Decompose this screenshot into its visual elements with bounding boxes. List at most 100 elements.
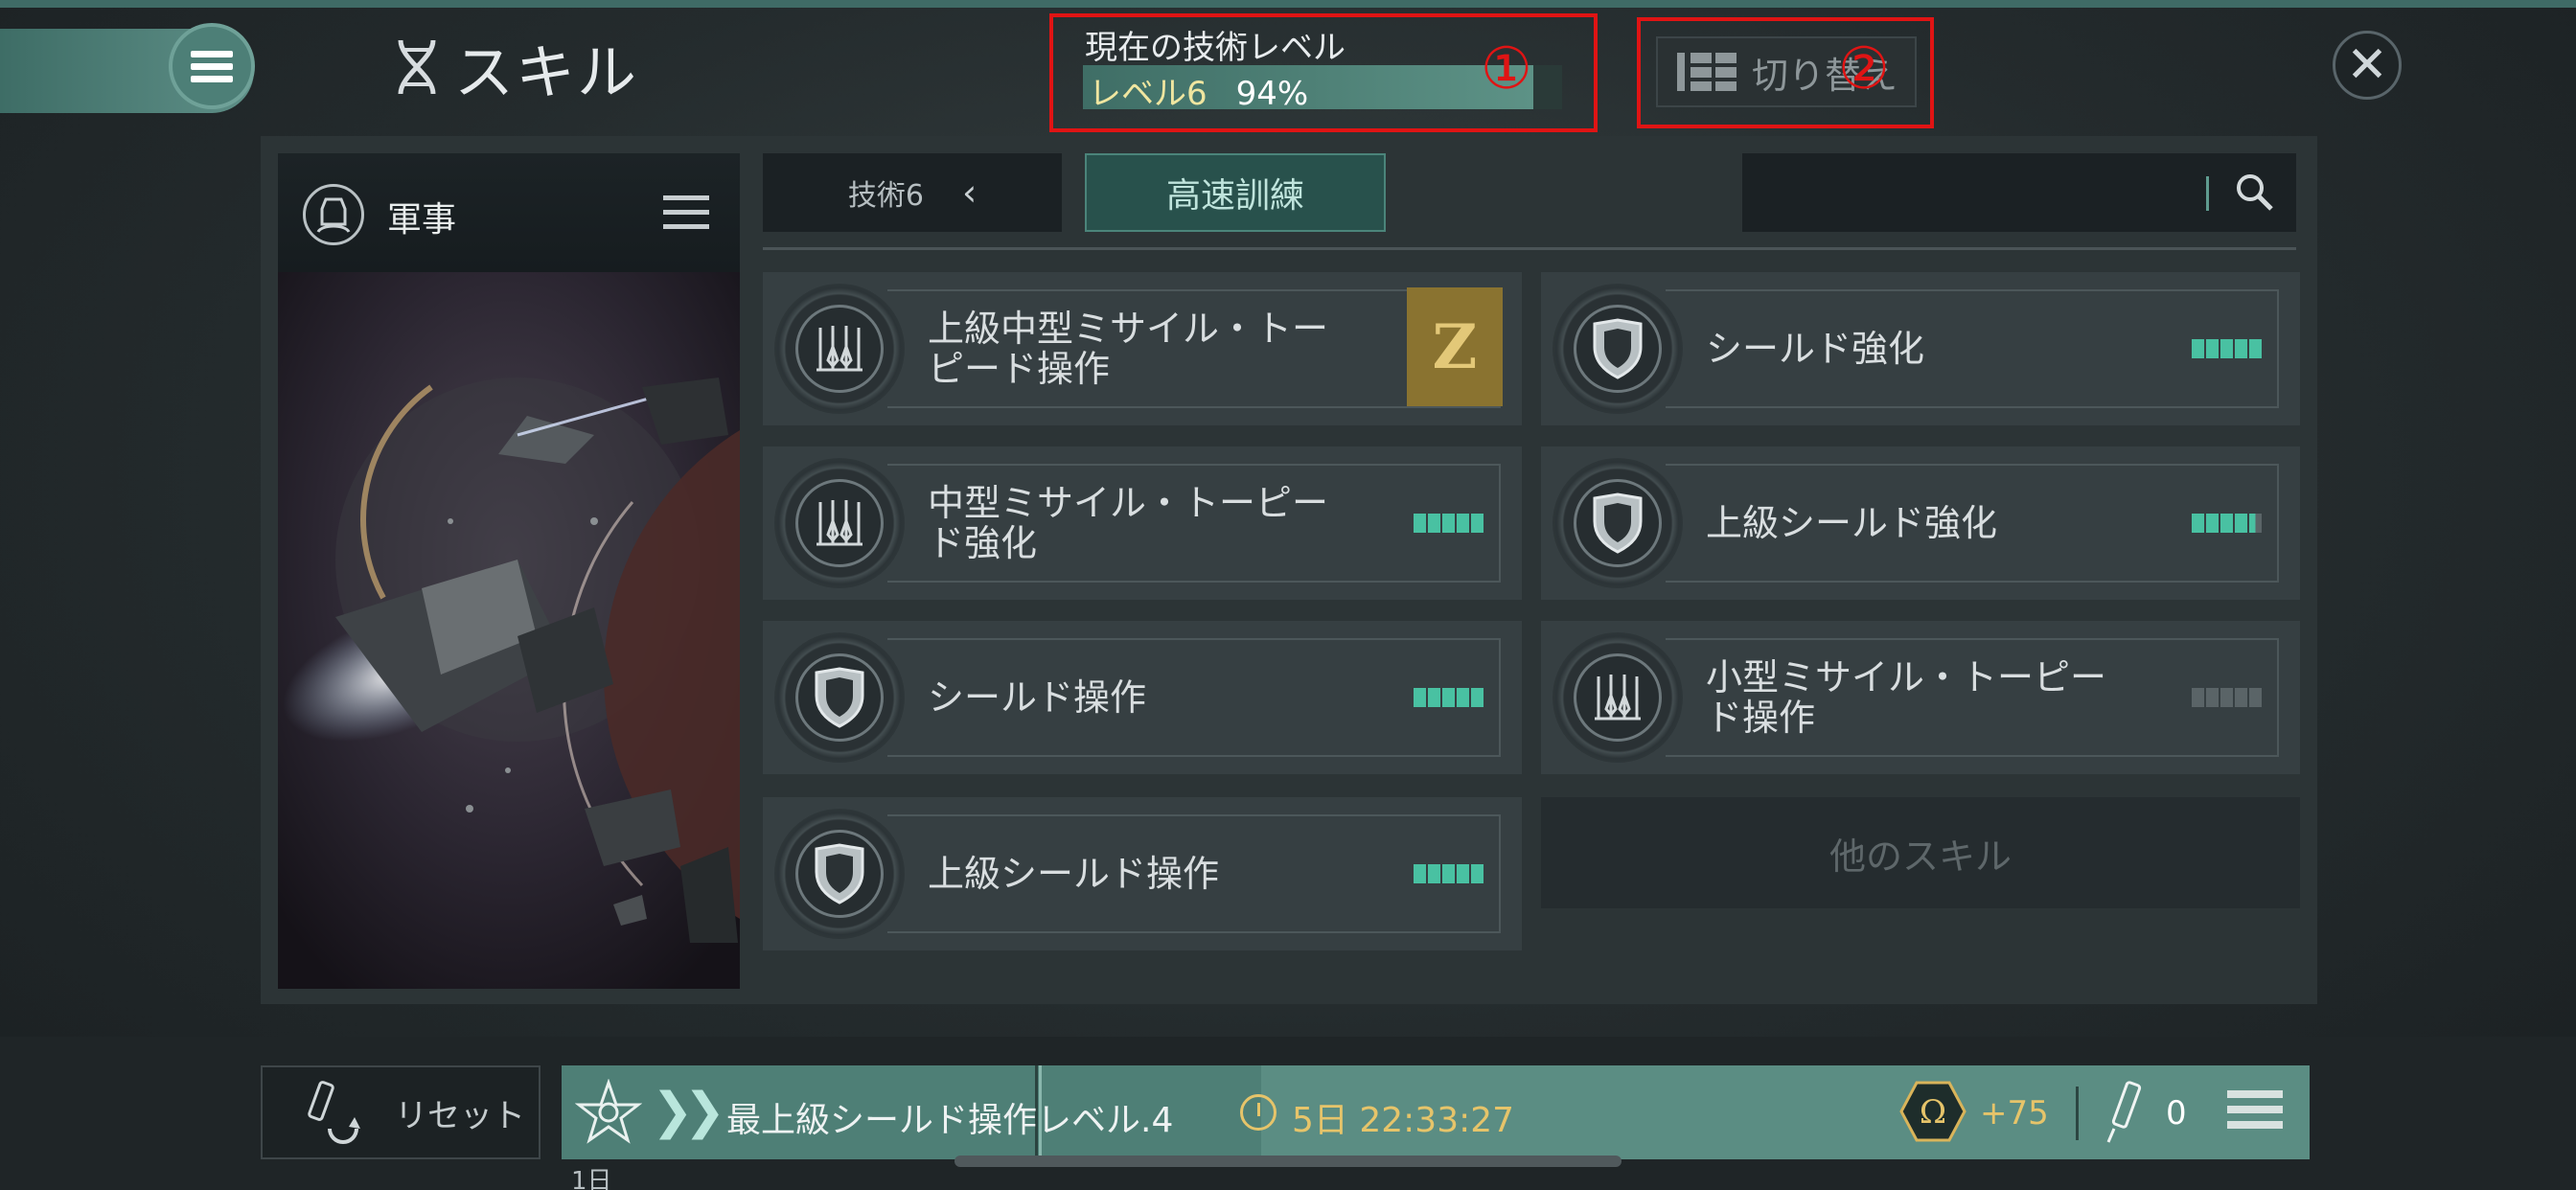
skill-injector-icon <box>2106 1081 2142 1143</box>
skill-level-pip <box>1442 864 1455 883</box>
skill-level-pip <box>1457 514 1469 533</box>
skill-name: 上級シールド強化 <box>1706 502 1998 544</box>
skill-card[interactable]: 小型ミサイル・トーピード操作 <box>1541 621 2300 774</box>
grid-list-icon <box>1677 53 1736 91</box>
annotation-mark-2: ② <box>1838 35 1890 103</box>
reset-label: リセット <box>395 1096 525 1135</box>
skill-level-pip <box>2220 688 2233 707</box>
other-skills-button[interactable]: 他のスキル <box>1541 797 2300 908</box>
training-queue[interactable]: ❯❯ 最上級シールド操作レベル.4 5日 22:33:27 Ω +75 0 <box>562 1065 2310 1159</box>
page-title: スキル <box>454 37 639 107</box>
category-menu-icon[interactable] <box>663 195 709 239</box>
fast-training-label: 高速訓練 <box>1165 176 1304 216</box>
shield-icon <box>1574 479 1662 567</box>
skill-badge[interactable]: Z <box>1407 287 1503 406</box>
shield-icon <box>795 830 884 918</box>
hamburger-icon <box>191 45 233 88</box>
search-input[interactable] <box>1742 153 2296 232</box>
skill-level-pip <box>2249 339 2262 358</box>
scroll-indicator[interactable] <box>954 1156 1622 1167</box>
skill-card[interactable]: 上級シールド強化 <box>1541 446 2300 600</box>
skill-level-pip <box>1428 514 1440 533</box>
skill-level-pips <box>2190 339 2262 358</box>
skill-level-pip <box>2206 339 2219 358</box>
skill-level-pips <box>1412 688 1484 707</box>
shield-icon <box>1574 305 1662 393</box>
skill-name: 小型ミサイル・トーピード操作 <box>1706 656 2107 739</box>
skill-level-pip <box>2206 514 2219 533</box>
skill-emblem <box>1552 284 1683 414</box>
search-icon[interactable] <box>2233 171 2277 215</box>
skill-emblem <box>774 284 905 414</box>
skill-level-pip <box>2192 688 2204 707</box>
skill-name: 上級中型ミサイル・トーピード操作 <box>928 308 1329 390</box>
skill-level-pip <box>2192 339 2204 358</box>
other-skills-label: 他のスキル <box>1828 835 2012 878</box>
spaceship-artwork <box>278 272 740 989</box>
fast-training-button[interactable]: 高速訓練 <box>1085 153 1386 232</box>
omega-bonus: +75 <box>1980 1094 2049 1133</box>
skill-level-pip <box>2235 514 2247 533</box>
close-button[interactable]: ✕ <box>2333 31 2402 100</box>
category-header[interactable]: 軍事 <box>278 153 740 272</box>
skill-level-pips <box>1412 864 1484 883</box>
skill-level-pip <box>2192 514 2204 533</box>
tech-level-text: レベル6 94% <box>1089 67 1308 114</box>
day-label: 1日 <box>571 1167 612 1190</box>
skill-level-pip <box>1457 688 1469 707</box>
main-menu-button[interactable] <box>169 23 255 109</box>
skill-name: シールド強化 <box>1706 328 1925 370</box>
close-icon: ✕ <box>2346 36 2388 94</box>
skill-level-pip <box>2249 688 2262 707</box>
injector-reset-icon <box>308 1081 360 1144</box>
skill-level-pips <box>2190 688 2262 707</box>
text-cursor <box>2206 176 2209 211</box>
skill-level-pips <box>1412 514 1484 533</box>
skill-level-pip <box>2206 688 2219 707</box>
skill-level-pip <box>1442 688 1455 707</box>
page-header: スキル <box>393 29 638 107</box>
dna-icon <box>398 39 436 95</box>
skill-level-pip <box>2235 339 2247 358</box>
tech-level-percent: 94% <box>1235 75 1309 113</box>
chevron-left-icon: ‹ <box>961 172 978 214</box>
filter-divider <box>763 247 2296 250</box>
skill-card[interactable]: シールド操作 <box>763 621 1522 774</box>
skill-level-pip <box>1428 688 1440 707</box>
skill-card[interactable]: シールド強化 <box>1541 272 2300 425</box>
tech-filter-label: 技術6 <box>847 179 924 213</box>
queue-separator <box>2076 1087 2079 1140</box>
skill-emblem <box>774 632 905 763</box>
queue-time: 5日 22:33:27 <box>1292 1101 1515 1140</box>
skill-level-pip <box>1414 514 1426 533</box>
skill-level-pip <box>1442 514 1455 533</box>
pilot-icon <box>303 184 364 245</box>
category-title: 軍事 <box>387 200 457 240</box>
tech-filter-button[interactable]: 技術6 ‹ <box>763 153 1062 232</box>
skill-card[interactable]: 上級シールド操作 <box>763 797 1522 950</box>
shield-icon <box>795 653 884 742</box>
omega-icon: Ω <box>1899 1081 1966 1142</box>
annotation-mark-1: ① <box>1481 35 1532 103</box>
queue-skill-label: 最上級シールド操作レベル.4 <box>726 1101 1174 1140</box>
missile-rack-icon <box>795 479 884 567</box>
skill-card[interactable]: 中型ミサイル・トーピード強化 <box>763 446 1522 600</box>
clock-icon <box>1240 1094 1276 1131</box>
skill-level-pip <box>2249 514 2262 533</box>
skill-card[interactable]: 上級中型ミサイル・トーピード操作 Z <box>763 272 1522 425</box>
skill-level-pip <box>2235 688 2247 707</box>
skill-level-pip <box>1457 864 1469 883</box>
tech-level-label: レベル6 <box>1089 75 1208 113</box>
skill-emblem <box>1552 458 1683 588</box>
reset-button[interactable]: リセット <box>261 1065 540 1159</box>
queue-list-icon[interactable] <box>2227 1090 2283 1136</box>
tech-level-caption: 現在の技術レベル <box>1085 29 1346 67</box>
skill-level-pips <box>2190 514 2262 533</box>
top-accent-strip <box>0 0 2576 8</box>
skill-emblem <box>774 458 905 588</box>
double-chevron-icon: ❯❯ <box>652 1083 725 1140</box>
skill-name: 中型ミサイル・トーピード強化 <box>928 482 1329 564</box>
skill-star-icon <box>575 1079 642 1144</box>
skill-name: シールド操作 <box>928 676 1147 719</box>
missile-rack-icon <box>795 305 884 393</box>
